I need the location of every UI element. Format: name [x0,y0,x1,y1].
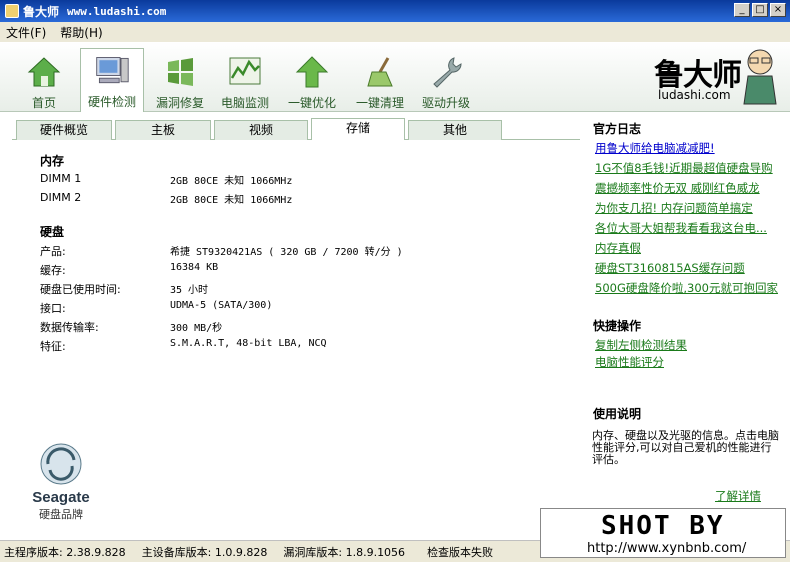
log-link[interactable]: 内存真假 [595,240,641,256]
memory-value: 2GB 80CE 未知 1066MHz [170,195,293,206]
log-title: 官方日志 [593,122,642,136]
log-link[interactable]: 各位大哥大姐帮我看看我这台电... [595,220,767,236]
main-version: 主程序版本: 2.38.9.828 [4,545,126,559]
disk-key: 接口: [40,302,66,315]
title-bar: 鲁大师 www.ludashi.com _ □ × [0,0,790,22]
close-button[interactable]: × [770,3,786,17]
disk-key: 缓存: [40,264,66,277]
disk-row: 接口: UDMA-5 (SATA/300) [40,300,273,315]
log-link[interactable]: 震撼频率性价无双 威刚红色威龙 [595,180,760,196]
menu-bar: 文件(F) 帮助(H) [0,22,790,42]
disk-key: 特征: [40,340,66,353]
toolbar-label: 首页 [31,96,56,110]
seagate-icon [40,443,82,485]
disk-value: 300 MB/秒 [170,323,223,334]
toolbar-driver[interactable]: 驱动升级 [414,50,478,110]
disk-row: 产品: 希捷 ST9320421AS ( 320 GB / 7200 转/分 ) [40,243,403,258]
main-panel: 硬件概览 主板 视频 存储 其他 内存 DIMM 1 2GB 80CE 未知 1… [0,112,790,540]
toolbar-home[interactable]: 首页 [12,50,76,110]
monitor-chart-icon [227,54,263,90]
disk-value: UDMA-5 (SATA/300) [170,300,273,311]
disk-row: 缓存: 16384 KB [40,262,219,277]
broom-icon [362,54,398,90]
toolbar-label: 电脑监测 [220,96,269,110]
log-link[interactable]: 硬盘ST3160815AS缓存问题 [595,260,745,276]
maximize-button[interactable]: □ [752,3,768,17]
disk-value: 16384 KB [170,262,219,273]
usage-title: 使用说明 [593,407,642,421]
disk-value: 希捷 ST9320421AS ( 320 GB / 7200 转/分 ) [170,247,403,258]
ludashi-logo: 鲁大师 ludashi.com [652,46,782,108]
watermark: SHOT BY http://www.xynbnb.com/ [540,508,786,558]
log-link[interactable]: 用鲁大师给电脑减减肥! [595,140,715,156]
toolbar: 首页 硬件检测 漏洞修复 电脑监测 一键优化 一键清理 驱动升级 鲁大师 lud… [0,42,790,112]
copy-results-link[interactable]: 复制左侧检测结果 [595,337,687,353]
minimize-button[interactable]: _ [734,3,750,17]
log-link[interactable]: 为你支几招! 内存问题简单搞定 [595,200,753,216]
toolbar-optimize[interactable]: 一键优化 [280,50,344,110]
toolbar-clean[interactable]: 一键清理 [348,50,412,110]
log-link[interactable]: 500G硬盘降价啦,300元就可抱回家 [595,280,778,296]
disk-row: 特征: S.M.A.R.T, 48-bit LBA, NCQ [40,338,327,353]
logo-url: ludashi.com [658,88,731,102]
window-controls: _ □ × [734,3,786,17]
tab-other[interactable]: 其他 [408,120,502,140]
wrench-icon [428,54,464,90]
disk-row: 数据传输率: 300 MB/秒 [40,319,223,334]
disk-row: 硬盘已使用时间: 35 小时 [40,281,209,296]
right-sidebar: 官方日志 用鲁大师给电脑减减肥! 1G不值8毛钱!近期最超值硬盘导购 震撼频率性… [590,112,790,540]
toolbar-label: 一键优化 [287,96,336,110]
log-link[interactable]: 1G不值8毛钱!近期最超值硬盘导购 [595,160,773,176]
window-url: www.ludashi.com [67,4,167,18]
tab-video[interactable]: 视频 [214,120,308,140]
memory-row: DIMM 1 2GB 80CE 未知 1066MHz [40,172,293,187]
device-db-version: 主设备库版本: 1.0.9.828 [141,545,268,559]
arrow-up-icon [294,54,330,90]
tab-overview[interactable]: 硬件概览 [16,120,112,140]
memory-row: DIMM 2 2GB 80CE 未知 1066MHz [40,191,293,206]
vuln-db-version: 漏洞库版本: 1.8.9.1056 [283,545,406,559]
watermark-url: http://www.xynbnb.com/ [587,541,747,556]
disk-key: 硬盘已使用时间: [40,283,121,296]
home-icon [26,54,62,90]
version-check-status: 检查版本失败 [427,545,494,559]
toolbar-label: 一键清理 [355,96,404,110]
disk-section-title: 硬盘 [40,225,65,239]
disk-value: 35 小时 [170,285,209,296]
disk-key: 产品: [40,245,66,258]
usage-text: 内存、硬盘以及光驱的信息。点击电脑性能评分,可以对自己爱机的性能进行评估。 [592,429,779,466]
brand-name: Seagate [32,489,90,506]
menu-help[interactable]: 帮助(H) [60,24,102,41]
windows-icon [162,54,198,90]
memory-key: DIMM 2 [40,191,82,204]
toolbar-label: 漏洞修复 [155,96,204,110]
memory-value: 2GB 80CE 未知 1066MHz [170,176,293,187]
tab-storage[interactable]: 存储 [311,118,405,140]
window-title: 鲁大师 [23,4,60,19]
brand-logo: Seagate 硬盘品牌 [26,442,96,522]
performance-score-link[interactable]: 电脑性能评分 [595,354,664,370]
watermark-text: SHOT BY [601,511,725,541]
tab-mainboard[interactable]: 主板 [115,120,211,140]
disk-key: 数据传输率: [40,321,99,334]
toolbar-label: 硬件检测 [87,95,136,109]
quick-title: 快捷操作 [593,319,642,333]
mascot-icon [740,46,780,106]
learn-more-link[interactable]: 了解详情 [715,488,761,504]
tab-bar: 硬件概览 主板 视频 存储 其他 [12,118,580,140]
memory-key: DIMM 1 [40,172,82,185]
memory-section-title: 内存 [40,154,65,168]
menu-file[interactable]: 文件(F) [6,24,46,41]
disk-value: S.M.A.R.T, 48-bit LBA, NCQ [170,338,327,349]
computer-icon [94,53,130,89]
brand-caption: 硬盘品牌 [39,508,83,521]
toolbar-label: 驱动升级 [421,96,470,110]
toolbar-hardware[interactable]: 硬件检测 [80,48,144,112]
toolbar-patch[interactable]: 漏洞修复 [148,50,212,110]
app-icon [5,4,19,18]
toolbar-monitor[interactable]: 电脑监测 [213,50,277,110]
